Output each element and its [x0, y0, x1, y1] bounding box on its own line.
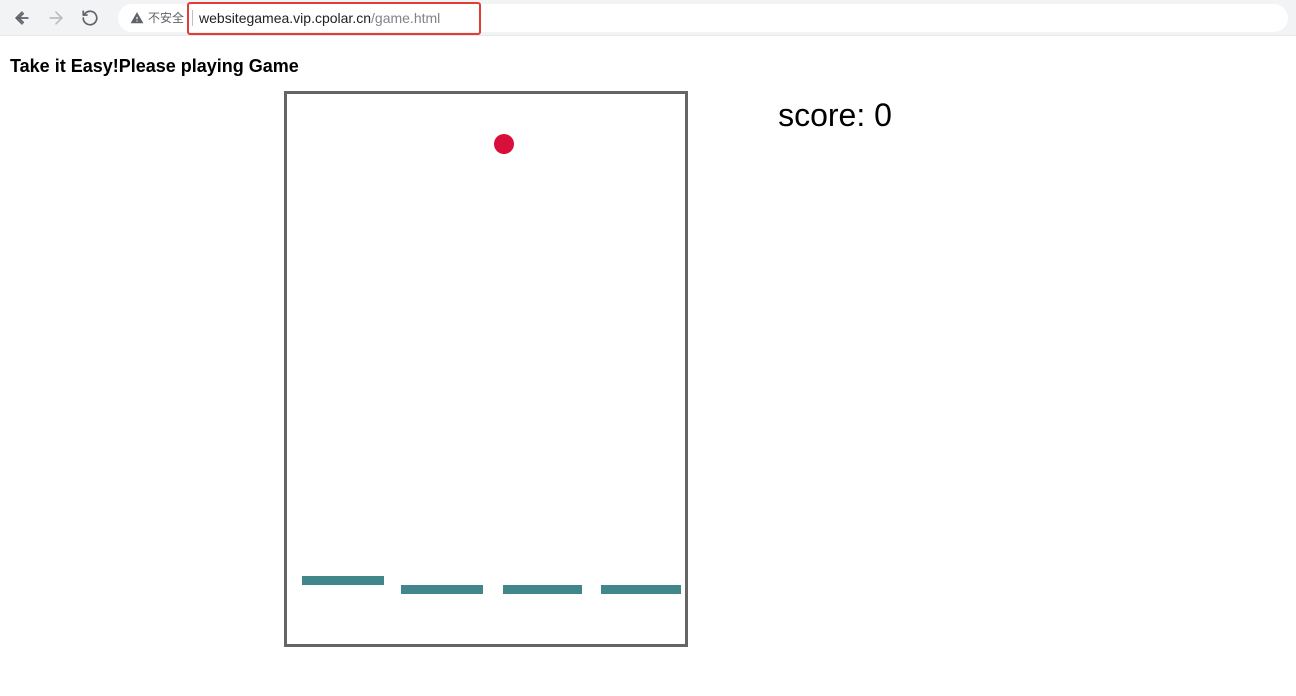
warning-icon — [130, 11, 144, 25]
forward-button[interactable] — [42, 4, 70, 32]
security-warning[interactable]: 不安全 — [130, 9, 184, 26]
back-button[interactable] — [8, 4, 36, 32]
game-ball — [494, 134, 514, 154]
score-label: score: — [778, 97, 874, 133]
browser-toolbar: 不安全 websitegamea.vip.cpolar.cn/game.html — [0, 0, 1296, 36]
game-platform — [601, 585, 681, 594]
reload-button[interactable] — [76, 4, 104, 32]
score-display: score: 0 — [778, 97, 892, 134]
url-path: /game.html — [371, 10, 440, 26]
url-text: websitegamea.vip.cpolar.cn/game.html — [199, 10, 440, 26]
page-content: Take it Easy!Please playing Game score: … — [0, 36, 1296, 647]
game-canvas[interactable] — [284, 91, 688, 647]
game-platform — [401, 585, 483, 594]
game-platform — [302, 576, 384, 585]
game-platform — [503, 585, 582, 594]
url-host: websitegamea.vip.cpolar.cn — [199, 10, 371, 26]
address-bar[interactable]: 不安全 websitegamea.vip.cpolar.cn/game.html — [118, 4, 1288, 32]
game-row: score: 0 — [0, 91, 1288, 647]
page-title: Take it Easy!Please playing Game — [10, 56, 1288, 77]
score-value: 0 — [874, 97, 892, 133]
url-divider — [192, 10, 193, 26]
security-label: 不安全 — [148, 9, 184, 26]
